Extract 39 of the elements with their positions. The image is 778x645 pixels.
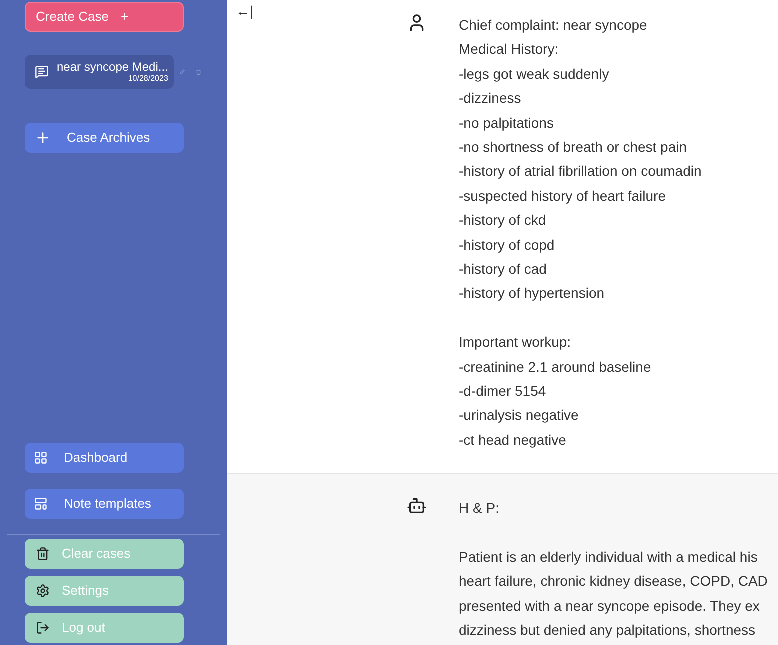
message-line: -history of atrial fibrillation on coumadin	[459, 162, 702, 182]
message-line: -no shortness of breath or chest pain	[459, 138, 688, 158]
robot-icon	[407, 496, 427, 516]
message-line: -history of copd	[459, 236, 556, 255]
edit-icon[interactable]	[180, 67, 186, 77]
message-line: -d-dimer 5154	[459, 382, 548, 402]
case-date: 10/28/2023	[128, 74, 168, 84]
message-line: -urinalysis negative	[459, 406, 580, 426]
message-line: dizziness but denied any palpitations, shortness	[459, 621, 757, 640]
message-line: presented with a near syncope episode. They ex	[459, 596, 761, 616]
nav-button[interactable]: Dashboard	[25, 443, 184, 473]
collapse-button[interactable]: ←|	[236, 1, 254, 22]
template-icon	[34, 497, 48, 511]
settings-icon	[36, 584, 50, 598]
message-line: Patient is an elderly individual with a medical his	[459, 548, 759, 567]
message-line: Medical History:	[459, 40, 560, 60]
create-case-button[interactable]: Create Case +	[25, 2, 184, 32]
message-line: Chief complaint: near syncope	[459, 16, 648, 35]
message-line: -history of ckd	[459, 211, 548, 230]
message-line: -dizziness	[459, 89, 522, 108]
message-line: -history of cad	[459, 260, 548, 280]
case-title: near syncope Medi...	[57, 60, 168, 74]
message-line: heart failure, chronic kidney disease, COPD, CAD	[459, 572, 768, 592]
message-line: -history of hypertension	[459, 284, 606, 304]
message-line: -ct head negative	[459, 430, 568, 450]
logout-icon	[36, 621, 50, 635]
chat-icon	[35, 65, 49, 79]
nav-button[interactable]: Note templates	[25, 489, 184, 519]
dashboard-icon	[34, 451, 48, 465]
case-archives-button[interactable]: Case Archives	[25, 123, 184, 153]
case-item[interactable]: near syncope Medi... 10/28/2023	[25, 55, 174, 89]
message-line: -no palpitations	[459, 114, 555, 133]
plus-icon	[35, 130, 51, 146]
message-line: -legs got weak suddenly	[459, 64, 610, 84]
message-line: -creatinine 2.1 around baseline	[459, 358, 652, 377]
trash-icon	[36, 547, 50, 561]
message-line: -suspected history of heart failure	[459, 186, 667, 206]
message-line: H & P:	[459, 499, 500, 518]
message-line: Important workup:	[459, 333, 572, 352]
